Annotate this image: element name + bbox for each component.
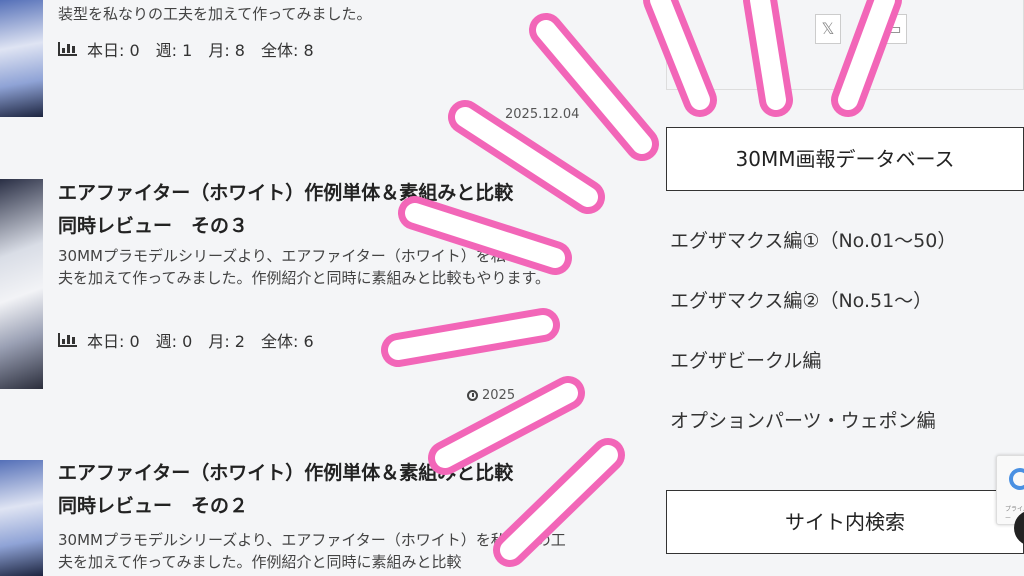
print-button[interactable]: ▭ (881, 14, 907, 44)
post-thumbnail[interactable] (0, 0, 43, 117)
bar-chart-icon (58, 333, 77, 347)
x-share-button[interactable]: 𝕏 (815, 14, 841, 44)
post-stats-text: 本日: 0 週: 0 月: 2 全体: 6 (87, 332, 314, 351)
bar-chart-icon (58, 42, 77, 56)
post-stats: 本日: 0 週: 0 月: 2 全体: 6 (58, 328, 314, 352)
post-stats-text: 本日: 0 週: 1 月: 8 全体: 8 (87, 41, 314, 60)
post-stats: 本日: 0 週: 1 月: 8 全体: 8 (58, 37, 314, 61)
post-item[interactable]: 装型を私なりの工夫を加えて作ってみました。 本日: 0 週: 1 月: 8 全体… (0, 0, 640, 120)
post-date: 2025 (467, 388, 515, 403)
widget-title-search: サイト内検索 (666, 490, 1024, 554)
print-icon: ▭ (886, 19, 902, 38)
post-item[interactable]: 2025.12.04 エアファイター（ホワイト）作例単体＆素組みと比較 同時レビ… (0, 104, 640, 404)
clock-icon (467, 390, 478, 401)
share-box: 𝕏 ▭ (666, 0, 1024, 90)
post-item[interactable]: エアファイター（ホワイト）作例単体＆素組みと比較 同時レビュー その２ 30MM… (0, 455, 640, 576)
widget-title-database: 30MM画報データベース (666, 127, 1024, 191)
post-excerpt: 装型を私なりの工夫を加えて作ってみました。 (58, 5, 372, 23)
post-title[interactable]: エアファイター（ホワイト）作例単体＆素組みと比較 同時レビュー その３ (58, 177, 578, 243)
sidebar-link[interactable]: エグザビークル編 (670, 346, 821, 373)
x-icon: 𝕏 (821, 19, 835, 38)
sidebar-link[interactable]: エグザマクス編②（No.51～） (670, 286, 932, 313)
post-excerpt: 30MMプラモデルシリーズより、エアファイター（ホワイト）を私なりの工夫を加えて… (58, 531, 566, 571)
sidebar: 𝕏 ▭ 30MM画報データベース エグザマクス編①（No.01～50） エグザマ… (666, 0, 1024, 576)
post-excerpt: 30MMプラモデルシリーズより、エアファイター（ホワイト）を私なりの工夫を加えて… (58, 247, 566, 287)
post-thumbnail[interactable] (0, 179, 43, 389)
sidebar-link[interactable]: エグザマクス編①（No.01～50） (670, 226, 956, 253)
post-date: 2025.12.04 (505, 107, 580, 122)
post-list: 装型を私なりの工夫を加えて作ってみました。 本日: 0 週: 1 月: 8 全体… (0, 0, 640, 576)
post-title[interactable]: エアファイター（ホワイト）作例単体＆素組みと比較 同時レビュー その２ (58, 457, 578, 523)
recaptcha-icon (1009, 468, 1024, 490)
post-thumbnail[interactable] (0, 460, 43, 576)
sidebar-link[interactable]: オプションパーツ・ウェポン編 (670, 406, 936, 433)
